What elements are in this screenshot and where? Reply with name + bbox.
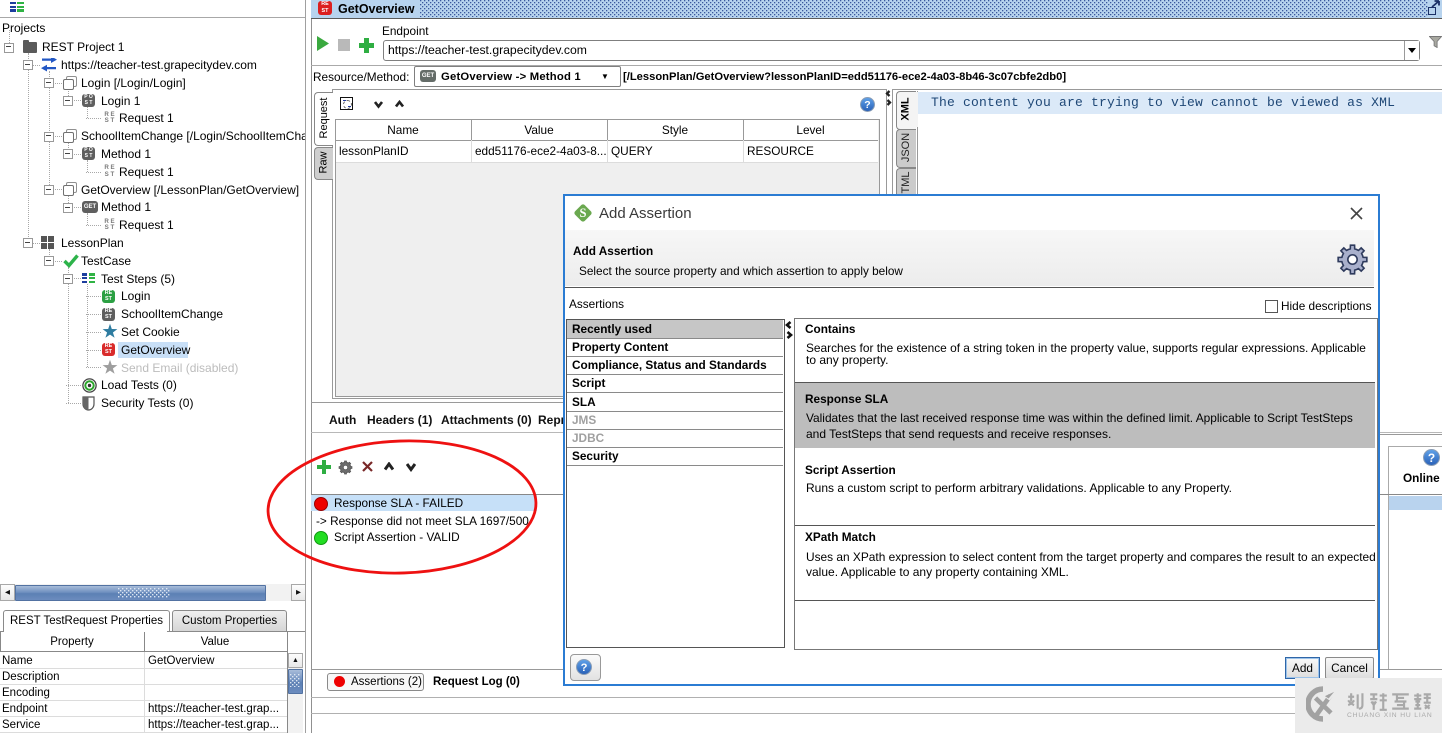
svg-text:S: S: [580, 206, 587, 220]
